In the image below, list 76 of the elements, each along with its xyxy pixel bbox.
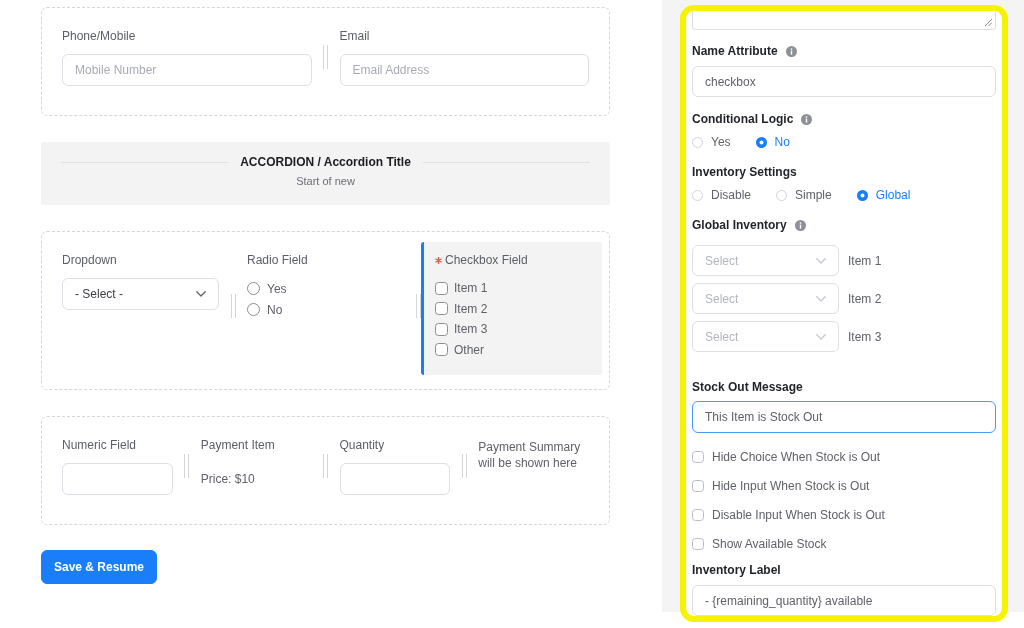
field-label: Phone/Mobile: [62, 28, 136, 44]
field-label: Dropdown: [62, 252, 117, 268]
dropdown-select[interactable]: - Select -: [62, 278, 219, 310]
drag-handle-icon[interactable]: [415, 294, 421, 318]
setting-label: Name Attribute: [692, 43, 778, 59]
checkbox-label: Show Available Stock: [712, 536, 827, 552]
save-resume-button[interactable]: Save & Resume: [41, 550, 157, 584]
field-label: Numeric Field: [62, 437, 136, 453]
input-field[interactable]: [62, 463, 173, 495]
accordion-subtitle: Start of new: [296, 174, 355, 188]
radio-button[interactable]: [692, 189, 703, 201]
option-label: Global: [875, 187, 911, 203]
item-label: Item 3: [848, 328, 882, 345]
radio-button[interactable]: [692, 136, 703, 148]
field-label: Radio Field: [247, 252, 308, 268]
radio-button[interactable]: [755, 136, 767, 148]
setting-label: Inventory Settings: [692, 164, 797, 180]
drag-handle-icon[interactable]: [184, 454, 190, 478]
info-icon[interactable]: [785, 45, 797, 57]
price-text: Price: $10: [200, 471, 255, 487]
checkbox[interactable]: [692, 451, 704, 463]
setting-label: Stock Out Message: [692, 379, 803, 395]
checkbox[interactable]: [435, 322, 448, 336]
text-input-field[interactable]: - {remaining_quantity} available: [692, 585, 996, 616]
chevron-down-icon: [816, 257, 826, 264]
chevron-down-icon: [196, 291, 206, 297]
field-label: Payment Item: [200, 437, 275, 453]
option-label: Yes: [267, 280, 287, 297]
radio-button[interactable]: [247, 303, 260, 316]
checkbox-label: Disable Input When Stock is Out: [712, 507, 885, 523]
info-icon[interactable]: [794, 219, 806, 231]
setting-label: Conditional Logic: [692, 111, 794, 127]
input-field[interactable]: Mobile Number: [62, 54, 312, 86]
drag-handle-icon[interactable]: [323, 454, 328, 478]
drag-handle-icon[interactable]: [323, 45, 328, 69]
option-label: Item 3: [454, 321, 488, 338]
field-label: Email: [339, 28, 370, 44]
checkbox-label: Hide Choice When Stock is Out: [712, 449, 881, 465]
checkbox[interactable]: [692, 538, 704, 550]
drag-handle-icon[interactable]: [230, 294, 236, 318]
field-label: Checkbox Field: [445, 252, 528, 268]
selected-field-panel[interactable]: Checkbox Field Item 1 Item 2 Item 3 Other: [421, 242, 602, 375]
radio-button[interactable]: [776, 189, 788, 201]
info-icon[interactable]: [801, 113, 813, 125]
checkbox[interactable]: [435, 281, 448, 295]
radio-button[interactable]: [247, 282, 260, 295]
input-field[interactable]: Email Address: [339, 54, 589, 86]
item-label: Item 1: [848, 252, 882, 269]
option-label: Simple: [795, 187, 832, 203]
checkbox-label: Hide Input When Stock is Out: [712, 478, 870, 494]
textarea-field[interactable]: [692, 11, 996, 30]
option-label: Yes: [711, 134, 731, 150]
item-label: Item 2: [848, 290, 882, 307]
setting-label: Inventory Label: [692, 562, 781, 578]
option-label: Item 1: [454, 280, 488, 297]
accordion-title: ACCORDION / Accordion Title: [240, 154, 411, 170]
chevron-down-icon: [816, 295, 826, 302]
drag-handle-icon[interactable]: [461, 454, 467, 478]
option-label: Disable: [711, 187, 752, 203]
option-label: Other: [454, 341, 484, 358]
text-input-field[interactable]: checkbox: [692, 66, 996, 97]
option-label: No: [267, 301, 283, 318]
input-field[interactable]: [339, 463, 451, 495]
chevron-down-icon: [816, 333, 826, 340]
field-label: Quantity: [339, 437, 385, 453]
checkbox[interactable]: [435, 302, 448, 316]
radio-button[interactable]: [856, 189, 868, 201]
text-input-field[interactable]: This Item is Stock Out: [692, 401, 996, 433]
payment-summary-text: Payment Summary will be shown here: [478, 439, 582, 471]
option-label: No: [774, 134, 790, 150]
checkbox[interactable]: [435, 343, 448, 357]
resize-grip-icon[interactable]: [985, 19, 992, 26]
checkbox[interactable]: [692, 509, 704, 521]
setting-label: Global Inventory: [692, 217, 787, 233]
checkbox[interactable]: [692, 480, 704, 492]
option-label: Item 2: [454, 300, 488, 317]
